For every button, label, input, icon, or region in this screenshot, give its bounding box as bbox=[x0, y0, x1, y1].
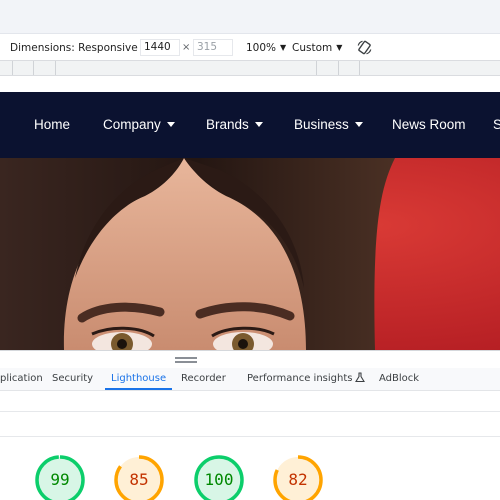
tab-adblock[interactable]: AdBlock bbox=[379, 368, 419, 390]
ruler-tick bbox=[338, 61, 339, 75]
times-sign: × bbox=[182, 42, 191, 53]
devtools-splitter[interactable] bbox=[0, 350, 500, 368]
tab-security[interactable]: Security bbox=[52, 368, 93, 390]
tab-recorder[interactable]: Recorder bbox=[181, 368, 226, 390]
device-toolbar: Dimensions: Responsive▼ 1440 × 315 100%▼… bbox=[0, 35, 500, 60]
flask-icon bbox=[355, 372, 366, 383]
hero-banner bbox=[0, 158, 500, 350]
devtools-tab-bar: plication Security Lighthouse Recorder P… bbox=[0, 368, 500, 391]
ruler-tick bbox=[316, 61, 317, 75]
nav-item-label: S bbox=[493, 117, 500, 132]
zoom-label: 100% bbox=[246, 42, 277, 54]
nav-item-label: News Room bbox=[392, 117, 466, 132]
lighthouse-url-bar bbox=[0, 412, 500, 437]
nav-item-home[interactable]: Home bbox=[34, 116, 70, 134]
best-practices-score-gauge[interactable]: 100 bbox=[193, 454, 245, 500]
score-value: 85 bbox=[129, 470, 149, 489]
caret-down-icon bbox=[166, 122, 175, 127]
drag-handle-icon bbox=[175, 357, 197, 359]
tab-lighthouse[interactable]: Lighthouse bbox=[105, 368, 173, 390]
nav-item-label: Home bbox=[34, 117, 71, 132]
chevron-down-icon: ▼ bbox=[336, 43, 343, 52]
score-value: 82 bbox=[288, 470, 308, 489]
caret-down-icon bbox=[254, 122, 263, 127]
score-value: 100 bbox=[204, 470, 234, 489]
tab-label: Recorder bbox=[181, 373, 226, 384]
zoom-dropdown[interactable]: 100% ▼ bbox=[246, 39, 286, 56]
rotate-icon[interactable] bbox=[356, 39, 373, 56]
tab-performance-insights[interactable]: Performance insights bbox=[247, 368, 366, 390]
throttle-label: Custom bbox=[292, 42, 333, 54]
hero-portrait-image bbox=[0, 158, 500, 350]
height-input[interactable]: 315 bbox=[193, 39, 233, 56]
caret-down-icon bbox=[354, 122, 363, 127]
ruler-tick bbox=[33, 61, 34, 75]
nav-item-company[interactable]: Company bbox=[103, 116, 175, 134]
score-value: 99 bbox=[50, 470, 70, 489]
chevron-down-icon: ▼ bbox=[280, 43, 287, 52]
accessibility-score-gauge[interactable]: 85 bbox=[113, 454, 165, 500]
width-input[interactable]: 1440 bbox=[140, 39, 180, 56]
tab-application[interactable]: plication bbox=[0, 368, 43, 390]
drag-handle-icon bbox=[175, 361, 197, 363]
seo-score-gauge[interactable]: 82 bbox=[272, 454, 324, 500]
nav-item-brands[interactable]: Brands bbox=[206, 116, 263, 134]
lighthouse-toolbar bbox=[0, 391, 500, 412]
performance-score-gauge[interactable]: 99 bbox=[34, 454, 86, 500]
viewport-margin bbox=[0, 76, 500, 92]
nav-item-label: Brands bbox=[206, 117, 249, 132]
ruler-tick bbox=[12, 61, 13, 75]
dimensions-label: Dimensions: Responsive bbox=[10, 42, 138, 54]
nav-item-label: Company bbox=[103, 117, 161, 132]
media-query-ruler[interactable] bbox=[0, 60, 500, 76]
tab-label: AdBlock bbox=[379, 373, 420, 384]
browser-top-strip bbox=[0, 0, 500, 34]
nav-item-business[interactable]: Business bbox=[294, 116, 363, 134]
tab-label: plication bbox=[0, 373, 43, 384]
nav-item-truncated[interactable]: S bbox=[493, 116, 500, 134]
ruler-tick bbox=[359, 61, 360, 75]
nav-item-news-room[interactable]: News Room bbox=[392, 116, 466, 134]
tab-label: Lighthouse bbox=[111, 373, 167, 384]
tab-label: Performance insights bbox=[247, 373, 353, 384]
throttle-dropdown[interactable]: Custom ▼ bbox=[292, 39, 342, 56]
tab-label: Security bbox=[52, 373, 94, 384]
devtools-window: Dimensions: Responsive▼ 1440 × 315 100%▼… bbox=[0, 0, 500, 500]
dimensions-dropdown[interactable]: Dimensions: Responsive▼ bbox=[10, 39, 148, 56]
site-navbar: Home Company Brands Business News Room S bbox=[0, 92, 500, 158]
ruler-tick bbox=[55, 61, 56, 75]
nav-item-label: Business bbox=[294, 117, 349, 132]
